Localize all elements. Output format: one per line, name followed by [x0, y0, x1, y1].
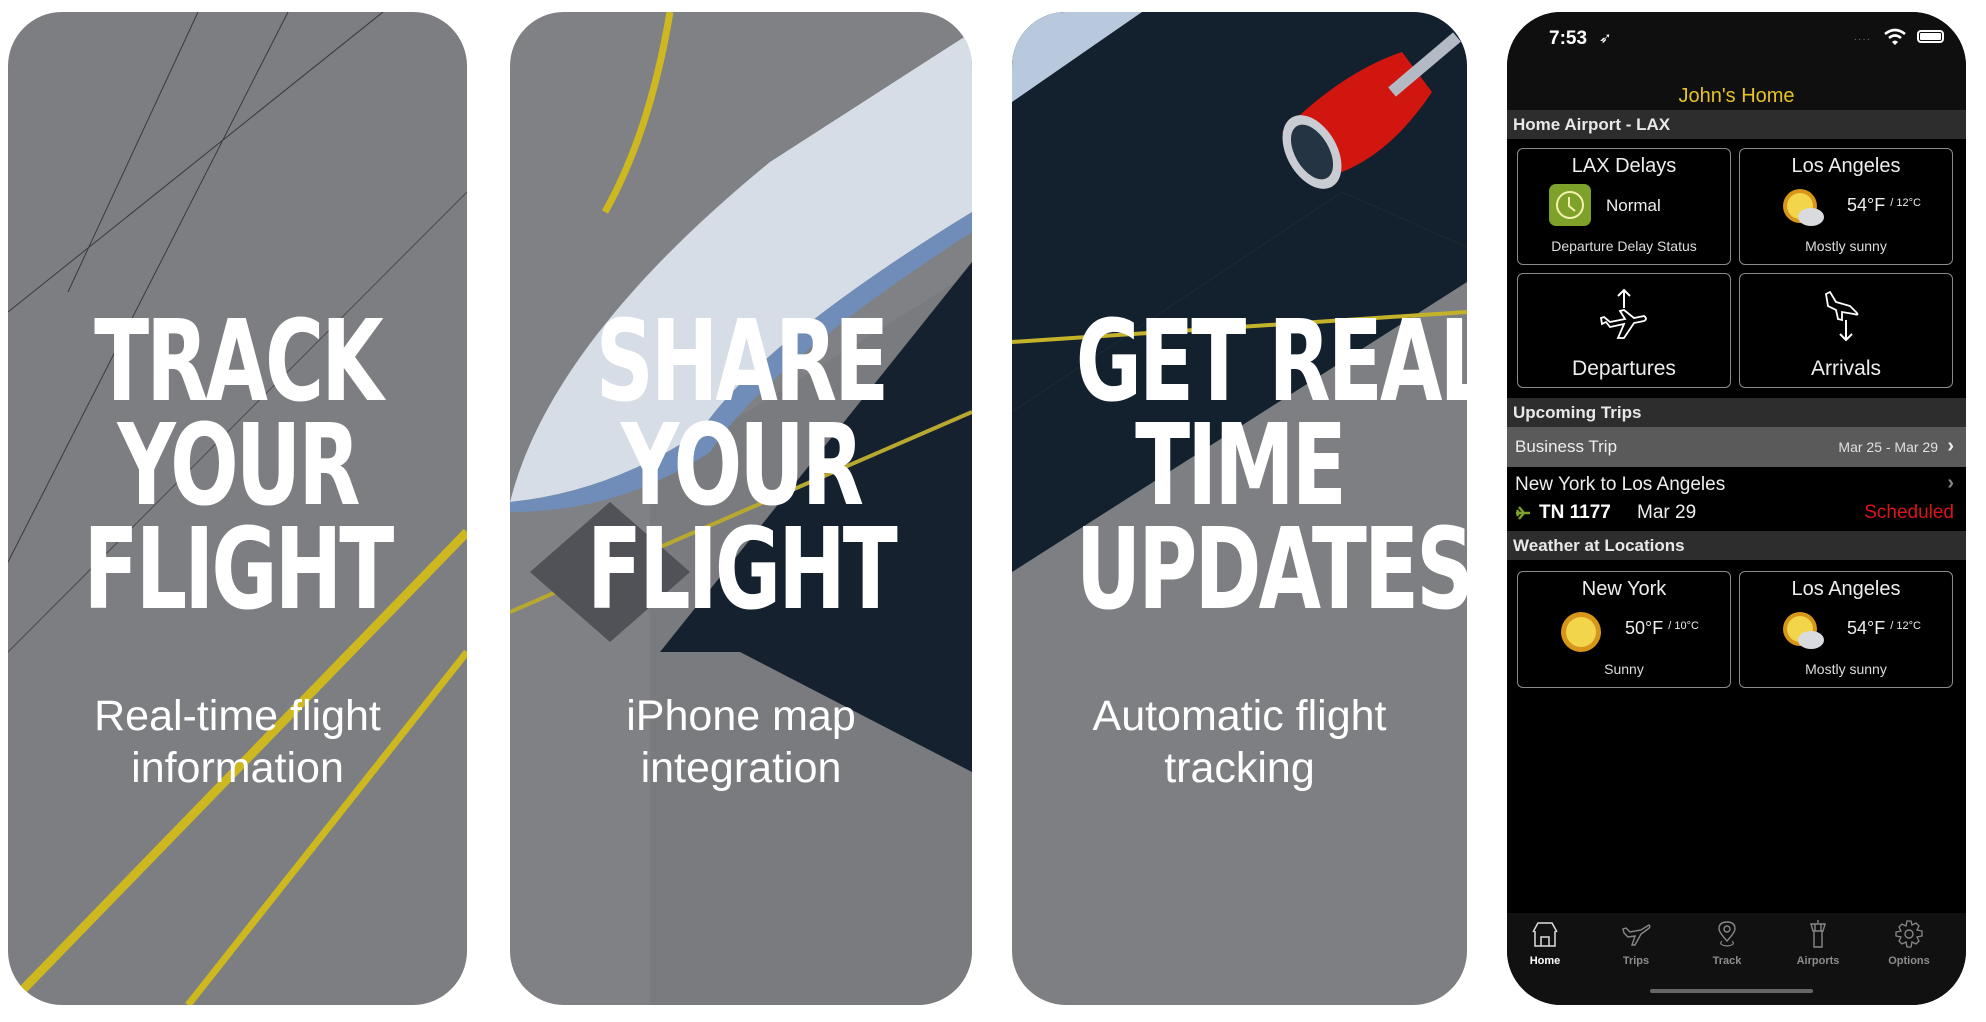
temperature: 50°F / 10°C	[1625, 618, 1699, 638]
sunny-icon	[1561, 612, 1601, 652]
temperature: 54°F / 12°C	[1847, 195, 1921, 215]
home-indicator[interactable]	[1650, 989, 1813, 993]
section-header-weather: Weather at Locations	[1507, 531, 1966, 560]
subtitle: iPhone map integration	[626, 692, 856, 792]
page-title: John's Home	[1678, 85, 1795, 107]
trip-name: Business Trip	[1515, 437, 1618, 456]
clock-time: 7:53	[1549, 28, 1588, 49]
partly-sunny-icon	[1783, 189, 1824, 226]
flight-date: Mar 29	[1637, 502, 1697, 523]
temperature: 54°F / 12°C	[1847, 618, 1921, 638]
flight-plane-icon	[1516, 506, 1530, 520]
chevron-right-icon: ›	[1947, 472, 1954, 494]
flight-row[interactable]: New York to Los Angeles › TN 1177 Mar 29…	[1507, 468, 1966, 530]
lax-delays-tile[interactable]: LAX Delays Normal Departure Delay Status	[1517, 148, 1731, 265]
tab-options[interactable]: Options	[1869, 919, 1949, 967]
chevron-right-icon: ›	[1947, 435, 1954, 457]
tab-airports[interactable]: Airports	[1778, 919, 1858, 967]
headline: TRACK YOUR FLIGHT	[83, 297, 395, 635]
trip-dates: Mar 25 - Mar 29	[1838, 439, 1938, 455]
promo-panel-track: TRACK YOUR FLIGHT Real-time flight infor…	[8, 12, 467, 1005]
promo-panel-share: SHARE YOUR FLIGHT iPhone map integration	[510, 12, 972, 1005]
subtitle: Real-time flight information	[94, 692, 381, 792]
flight-status: Scheduled	[1864, 502, 1954, 523]
tab-track[interactable]: Track	[1687, 919, 1767, 967]
trip-row[interactable]: Business Trip Mar 25 - Mar 29 ›	[1507, 427, 1966, 467]
delay-status-badge	[1549, 184, 1591, 226]
clock-icon	[1556, 191, 1584, 219]
location-pin-icon	[1718, 921, 1736, 947]
promo-panel-updates: GET REAL TIME UPDATES Automatic flight t…	[1012, 12, 1467, 1005]
flight-number: TN 1177	[1539, 502, 1611, 523]
section-header-upcoming-trips: Upcoming Trips	[1507, 398, 1966, 427]
location-arrow-icon: ➶	[1599, 30, 1612, 47]
section-header-home-airport: Home Airport - LAX	[1507, 110, 1966, 139]
status-bar: 7:53 ➶ ····	[1507, 12, 1966, 72]
home-weather-tile[interactable]: Los Angeles 54°F / 12°C Mostly sunny	[1739, 148, 1953, 265]
phone-app-screen: 7:53 ➶ ···· John's Home Home Airport - L…	[1507, 12, 1966, 1005]
headline: SHARE YOUR FLIGHT	[587, 297, 898, 635]
departures-button[interactable]: Departures	[1517, 273, 1731, 388]
weather-tile[interactable]: Los Angeles 54°F / 12°C Mostly sunny	[1739, 571, 1953, 688]
wifi-icon	[1884, 28, 1906, 45]
arrivals-button[interactable]: Arrivals	[1739, 273, 1953, 388]
plane-icon	[1622, 924, 1651, 946]
departures-plane-icon	[1599, 288, 1647, 339]
tab-trips[interactable]: Trips	[1596, 919, 1676, 967]
subtitle: Automatic flight tracking	[1092, 692, 1387, 792]
cellular-signal-icon: ····	[1853, 34, 1871, 45]
gear-icon	[1895, 920, 1923, 948]
arrivals-plane-icon	[1825, 290, 1859, 342]
delay-status: Normal	[1606, 196, 1661, 215]
control-tower-icon	[1810, 920, 1826, 948]
weather-tile[interactable]: New York 50°F / 10°C Sunny	[1517, 571, 1731, 688]
tab-home[interactable]: Home	[1507, 919, 1585, 967]
partly-sunny-icon	[1783, 612, 1824, 649]
flight-route: New York to Los Angeles	[1515, 474, 1726, 495]
home-icon	[1532, 922, 1558, 947]
battery-icon	[1917, 30, 1944, 43]
headline: GET REAL TIME UPDATES	[1075, 297, 1467, 635]
